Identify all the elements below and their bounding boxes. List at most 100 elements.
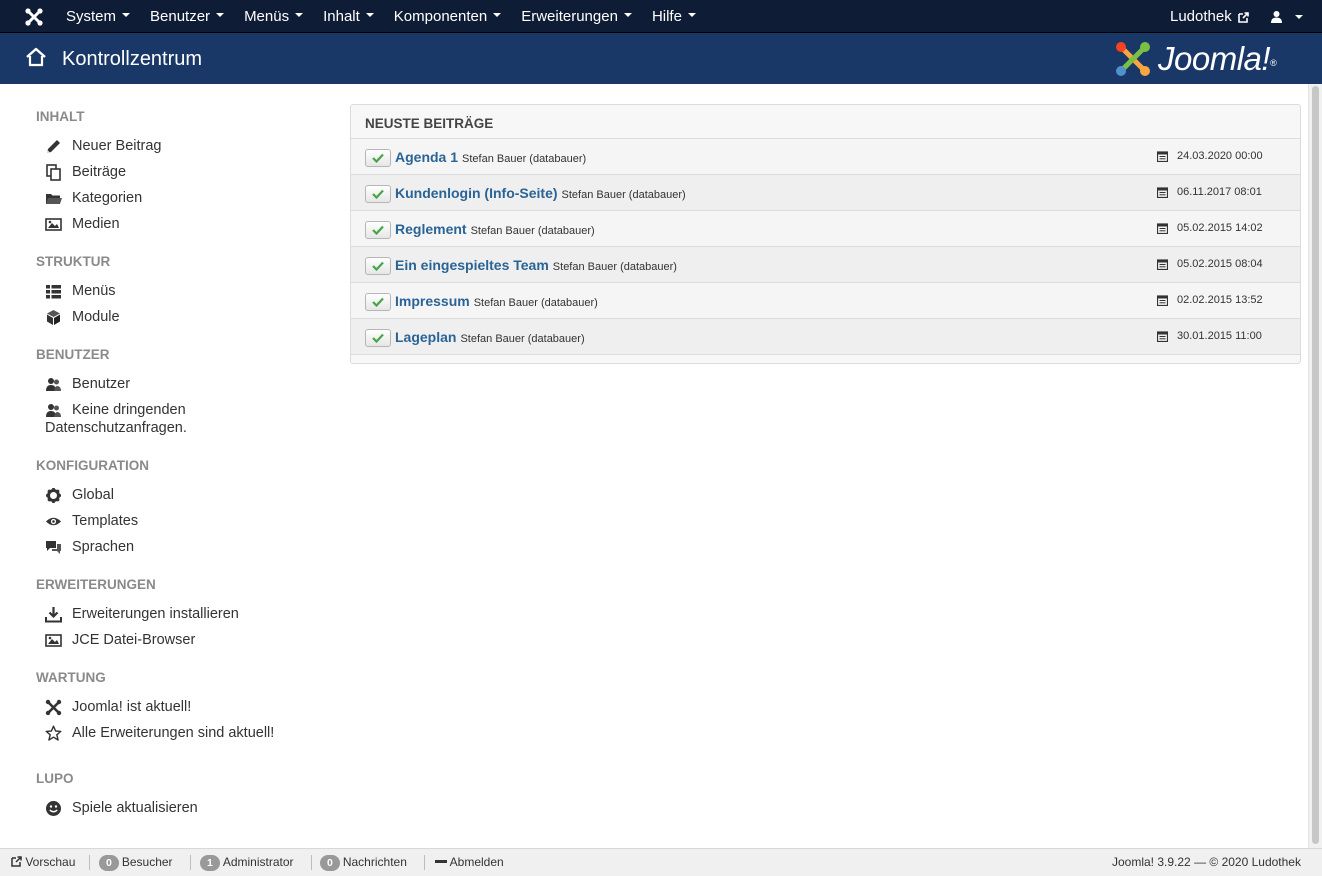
- article-date: 05.02.2015 08:04: [1177, 258, 1263, 270]
- article-author: Stefan Bauer (databauer): [561, 189, 686, 201]
- main-menu: System Benutzer Menüs Inhalt Komponenten…: [56, 0, 706, 33]
- user-icon: [1271, 11, 1282, 23]
- top-navbar: System Benutzer Menüs Inhalt Komponenten…: [0, 0, 1322, 33]
- sidebar-item-label: Module: [72, 309, 120, 325]
- home-icon: [26, 47, 46, 67]
- sidebar-heading-lupo: LUPO: [36, 771, 74, 786]
- caret-down-icon: [365, 13, 374, 18]
- preview-label: Vorschau: [25, 855, 76, 869]
- article-title-link[interactable]: Reglement Stefan Bauer (databauer): [395, 221, 595, 237]
- cog-icon: [46, 488, 61, 503]
- joomla-brand-icon: [1116, 42, 1150, 76]
- users-icon: [46, 378, 61, 391]
- site-link[interactable]: Ludothek: [1170, 0, 1249, 33]
- sidebar-heading-erweiterungen: ERWEITERUNGEN: [36, 577, 156, 592]
- menu-benutzer[interactable]: Benutzer: [140, 0, 234, 33]
- article-title-link[interactable]: Lageplan Stefan Bauer (databauer): [395, 329, 585, 345]
- brand-name: Joomla!: [1158, 40, 1271, 77]
- published-toggle[interactable]: [365, 185, 391, 203]
- menu-erweiterungen[interactable]: Erweiterungen: [511, 0, 642, 33]
- article-title-link[interactable]: Agenda 1 Stefan Bauer (databauer): [395, 149, 586, 165]
- sidebar-item-label: Beiträge: [72, 164, 127, 180]
- sidebar-item-label-continued: Datenschutzanfragen.: [45, 420, 187, 436]
- sidebar-item-label: Neuer Beitrag: [72, 138, 162, 154]
- check-icon: [372, 189, 384, 199]
- published-toggle[interactable]: [365, 329, 391, 347]
- article-title-link[interactable]: Impressum Stefan Bauer (databauer): [395, 293, 598, 309]
- sidebar-item-label: Alle Erweiterungen sind aktuell!: [72, 725, 275, 741]
- menu-system[interactable]: System: [56, 0, 140, 33]
- menu-menues-label: Menüs: [244, 8, 290, 25]
- published-toggle[interactable]: [365, 149, 391, 167]
- messages-link[interactable]: 0 Nachrichten: [320, 855, 407, 871]
- visitors-badge: 0: [99, 855, 119, 871]
- menu-komponenten-label: Komponenten: [393, 8, 488, 25]
- page-header: Kontrollzentrum Joomla!®: [0, 33, 1322, 84]
- sidebar-item-label: JCE Datei-Browser: [72, 632, 196, 648]
- published-toggle[interactable]: [365, 257, 391, 275]
- published-toggle[interactable]: [365, 221, 391, 239]
- menu-menues[interactable]: Menüs: [234, 0, 313, 33]
- article-title: Agenda 1: [395, 149, 459, 165]
- scrollbar-thumb[interactable]: [1312, 86, 1319, 844]
- article-date: 05.02.2015 14:02: [1177, 222, 1263, 234]
- joomla-logo-icon[interactable]: [24, 7, 44, 27]
- check-icon: [372, 297, 384, 307]
- pencil-icon: [47, 140, 60, 153]
- sidebar-heading-benutzer: BENUTZER: [36, 347, 110, 362]
- users-icon: [46, 404, 61, 417]
- calendar-icon: [1157, 187, 1168, 198]
- sidebar-item-label: Global: [72, 487, 114, 503]
- article-date: 06.11.2017 08:01: [1177, 186, 1262, 198]
- user-menu-button[interactable]: [1270, 0, 1303, 33]
- menu-inhalt-label: Inhalt: [323, 8, 360, 25]
- messages-label: Nachrichten: [342, 855, 407, 869]
- article-date: 30.01.2015 11:00: [1177, 330, 1262, 342]
- sidebar-item-label: Benutzer: [72, 376, 131, 392]
- article-author: Stefan Bauer (databauer): [473, 297, 598, 309]
- sidebar-item-label: Menüs: [72, 283, 116, 299]
- calendar-icon: [1157, 295, 1168, 306]
- caret-down-icon: [122, 13, 131, 18]
- caret-down-icon: [1295, 14, 1303, 19]
- sidebar-item-label: Joomla! ist aktuell!: [72, 699, 192, 715]
- version-label: Joomla! 3.9.22: [1112, 855, 1191, 869]
- article-row: Kundenlogin (Info-Seite) Stefan Bauer (da…: [351, 175, 1300, 211]
- article-title: Ein eingespieltes Team: [395, 257, 549, 273]
- vertical-scrollbar[interactable]: [1308, 84, 1322, 848]
- menu-inhalt[interactable]: Inhalt: [313, 0, 384, 33]
- article-title: Kundenlogin (Info-Seite): [395, 185, 558, 201]
- calendar-icon: [1157, 259, 1168, 270]
- caret-down-icon: [687, 13, 696, 18]
- published-toggle[interactable]: [365, 293, 391, 311]
- logout-link[interactable]: Abmelden: [435, 855, 504, 869]
- caret-down-icon: [623, 13, 632, 18]
- sidebar-item-label: Templates: [72, 513, 139, 529]
- brand-text: Joomla!®: [1158, 39, 1277, 79]
- menu-komponenten[interactable]: Komponenten: [384, 0, 511, 33]
- article-title-link[interactable]: Ein eingespieltes Team Stefan Bauer (data…: [395, 257, 677, 273]
- version-info: Joomla! 3.9.22 — © 2020 Ludothek: [1112, 855, 1301, 869]
- check-icon: [372, 333, 384, 343]
- folder-icon: [46, 194, 62, 204]
- menu-hilfe[interactable]: Hilfe: [642, 0, 706, 33]
- divider: [89, 855, 90, 870]
- article-title: Lageplan: [395, 329, 457, 345]
- page-title: Kontrollzentrum: [62, 48, 203, 70]
- divider: [311, 855, 312, 870]
- joomla-brand-logo: Joomla!®: [1114, 39, 1304, 79]
- article-title: Reglement: [395, 221, 467, 237]
- sidebar-heading-inhalt: INHALT: [36, 109, 85, 124]
- article-date: 24.03.2020 00:00: [1177, 150, 1263, 162]
- messages-badge: 0: [320, 855, 340, 871]
- copyright-label: — © 2020 Ludothek: [1194, 855, 1301, 869]
- visitors-label: Besucher: [121, 855, 173, 869]
- article-author: Stefan Bauer (databauer): [552, 261, 677, 273]
- preview-link[interactable]: Vorschau: [11, 855, 75, 869]
- divider: [424, 855, 425, 870]
- joomla-icon: [45, 699, 62, 716]
- external-link-icon: [1238, 11, 1249, 23]
- copy-icon: [46, 164, 61, 181]
- article-title-link[interactable]: Kundenlogin (Info-Seite) Stefan Bauer (da…: [395, 185, 686, 201]
- minus-icon: [435, 860, 447, 863]
